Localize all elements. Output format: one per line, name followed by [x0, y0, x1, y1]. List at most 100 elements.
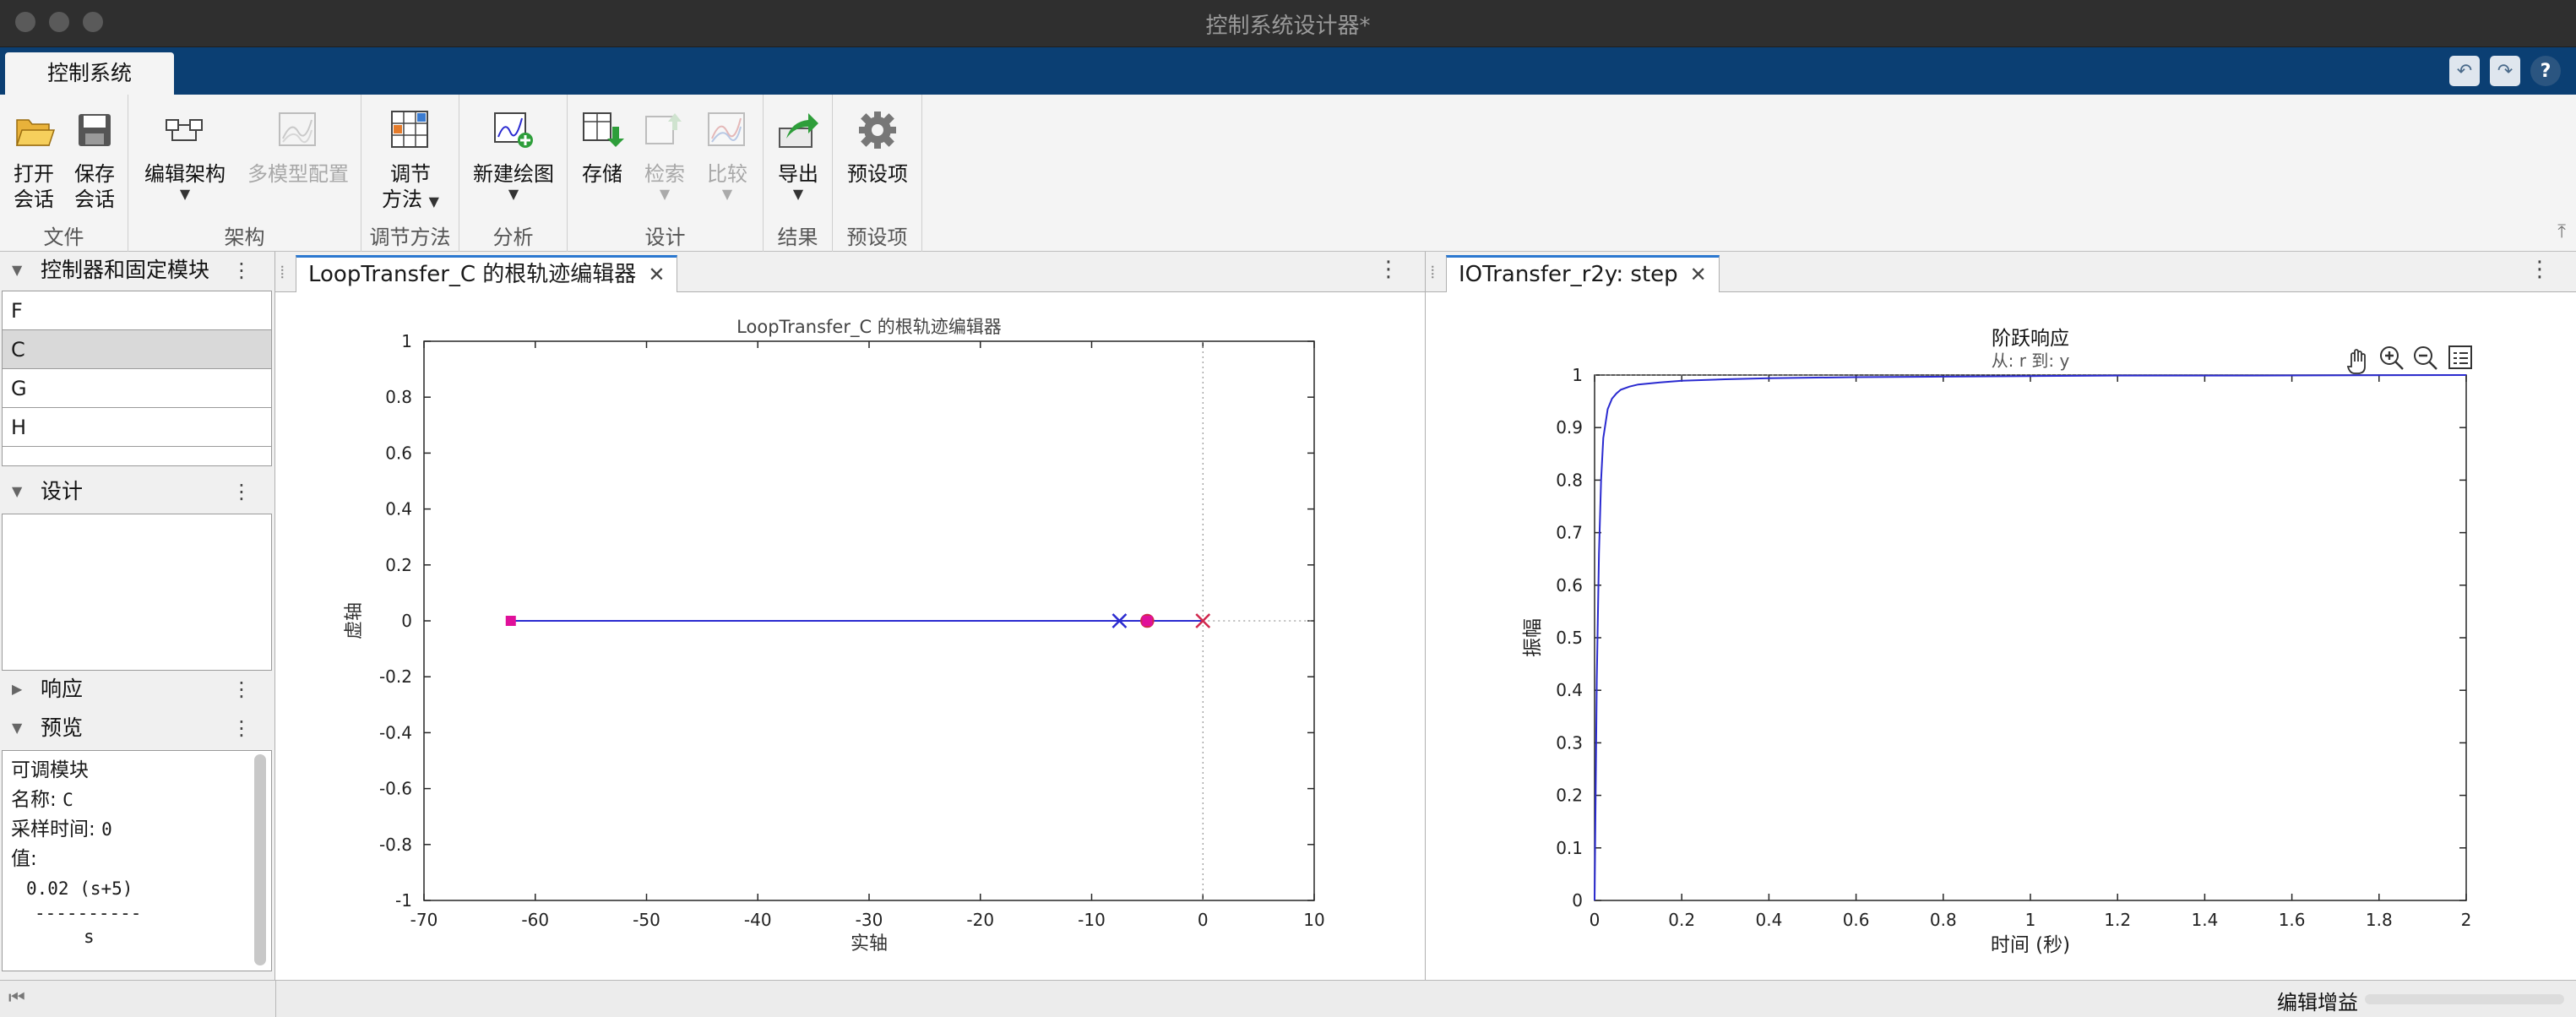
- expand-triangle-down-icon[interactable]: ▼: [12, 473, 22, 510]
- section-response-header[interactable]: ▶ 响应 ⋮: [0, 671, 275, 708]
- preview-scrollbar[interactable]: [254, 754, 266, 965]
- y-tick-label: -0.4: [379, 722, 412, 742]
- zoom-in-icon[interactable]: [2380, 346, 2404, 370]
- preview-numerator: 0.02 (s+5): [26, 878, 133, 899]
- preview-denominator: s: [84, 927, 95, 947]
- gear-icon: [859, 111, 896, 149]
- save-disk-icon: [79, 114, 111, 146]
- x-tick-label: 2: [2461, 910, 2472, 930]
- preview-name-value: C: [62, 790, 73, 810]
- edit-architecture-dropdown-icon: ▼: [179, 186, 191, 202]
- x-tick-label: -30: [856, 910, 883, 930]
- close-tab-icon[interactable]: ✕: [1690, 263, 1707, 286]
- icon-stroke: [2346, 349, 2366, 374]
- quick-access-bar: ↶ ↷ ?: [2422, 54, 2561, 88]
- section-blocks-header[interactable]: ▼ 控制器和固定模块 ⋮: [0, 252, 275, 289]
- expand-triangle-right-icon[interactable]: ▶: [12, 671, 22, 708]
- y-tick-label: 0.2: [1556, 786, 1583, 806]
- redo-icon: ↷: [2497, 60, 2514, 82]
- step-response-plot[interactable]: 阶跃响应从: r 到: y 0 0.2 0.4 0.6 0.8 1 1.2 1.4 1.6 1.8 2…: [1426, 292, 2576, 980]
- step-axes-box: [1594, 374, 2467, 901]
- y-tick-label: 0.2: [385, 555, 412, 575]
- x-tick-label: 1.6: [2279, 910, 2306, 930]
- tuning-methods-button[interactable]: 调节 方法 ▼: [373, 108, 448, 212]
- open-session-button[interactable]: 打开 会话: [7, 108, 61, 212]
- help-button[interactable]: ?: [2530, 56, 2561, 86]
- icon-stroke: [2385, 351, 2404, 370]
- x-tick-label: -10: [1078, 910, 1106, 930]
- list-item-block-f[interactable]: F: [3, 291, 271, 330]
- status-progress-bar: [2365, 994, 2564, 1004]
- group-analysis: 新建绘图 ▼ 分析: [459, 95, 568, 252]
- save-session-button[interactable]: 保存 会话: [68, 108, 122, 212]
- tab-step-response[interactable]: IOTransfer_r2y: step ✕: [1446, 255, 1720, 292]
- tuning-dropdown-icon: ▼: [428, 193, 439, 209]
- x-tick-label: -50: [633, 910, 660, 930]
- expand-triangle-down-icon[interactable]: ▼: [12, 710, 22, 747]
- collapse-ribbon-icon[interactable]: ⤒: [2557, 221, 2566, 242]
- section-menu-icon[interactable]: ⋮: [231, 671, 252, 708]
- group-results: 导出 ▼ 结果: [764, 95, 833, 252]
- preferences-button[interactable]: 预设项: [840, 108, 916, 187]
- pan-hand-icon[interactable]: [2346, 349, 2366, 374]
- tab-root-locus-editor[interactable]: LoopTransfer_C 的根轨迹编辑器 ✕: [296, 255, 678, 292]
- section-menu-icon[interactable]: ⋮: [231, 252, 252, 289]
- x-tick-label: 10: [1303, 910, 1324, 930]
- group-label-tuning: 调节方法: [369, 226, 451, 249]
- list-item-block-h[interactable]: H: [3, 408, 271, 447]
- closed-loop-pole-marker: [1142, 616, 1153, 626]
- store-design-button[interactable]: 存储: [574, 108, 630, 187]
- export-dropdown-icon: ▼: [792, 186, 804, 202]
- step-chart-subtitle: 从: r 到: y: [1992, 351, 2070, 371]
- y-tick-label: 0.1: [1556, 838, 1583, 858]
- multi-model-icon: [279, 112, 316, 146]
- undo-button[interactable]: ↶: [2449, 56, 2480, 86]
- group-label-preferences: 预设项: [846, 226, 908, 249]
- quick-access-grip-icon: [2422, 56, 2439, 86]
- pane-menu-icon[interactable]: ⋮: [2529, 257, 2551, 282]
- drag-grip-icon[interactable]: ⦙: [280, 262, 284, 282]
- undo-icon: ↶: [2456, 60, 2473, 82]
- preview-box: 可调模块 名称: C 采样时间: 0 值: 0.02 (s+5) -------…: [2, 750, 272, 971]
- preview-sample-value: 0: [101, 819, 112, 840]
- redo-button[interactable]: ↷: [2490, 56, 2520, 86]
- pane-menu-icon[interactable]: ⋮: [1378, 257, 1399, 282]
- start-page-icon[interactable]: ⏮: [8, 987, 25, 1009]
- multi-model-config-button[interactable]: 多模型配置: [243, 108, 353, 187]
- section-menu-icon[interactable]: ⋮: [231, 473, 252, 510]
- section-design-header[interactable]: ▼ 设计 ⋮: [0, 473, 275, 510]
- compare-dropdown-icon: ▼: [721, 186, 733, 202]
- close-tab-icon[interactable]: ✕: [648, 263, 665, 286]
- window-title: 控制系统设计器*: [1205, 14, 1371, 39]
- compare-design-button[interactable]: 比较 ▼: [699, 108, 755, 202]
- preview-value-label: 值:: [11, 848, 37, 870]
- new-plot-button[interactable]: 新建绘图 ▼: [466, 108, 561, 202]
- list-item-block-c[interactable]: C: [3, 330, 271, 369]
- list-item-block-g[interactable]: G: [3, 369, 271, 408]
- section-menu-icon[interactable]: ⋮: [231, 710, 252, 747]
- x-tick-label: 0.4: [1755, 910, 1782, 930]
- expand-triangle-down-icon[interactable]: ▼: [12, 252, 22, 289]
- zoom-out-icon[interactable]: [2414, 346, 2437, 370]
- x-tick-label: 0.6: [1843, 910, 1870, 930]
- y-tick-label: 0.7: [1556, 523, 1583, 543]
- retrieve-design-button[interactable]: 检索 ▼: [637, 108, 693, 202]
- group-design: 存储 检索 ▼ 比较 ▼ 设计: [568, 95, 764, 252]
- block-diagram-icon: [166, 119, 203, 141]
- root-locus-chart-title: LoopTransfer_C 的根轨迹编辑器: [736, 317, 1002, 338]
- drag-grip-icon[interactable]: ⦙: [1431, 262, 1434, 282]
- design-list[interactable]: [2, 514, 272, 671]
- y-tick-label: -0.8: [379, 835, 412, 855]
- y-tick-label: 0.8: [385, 387, 412, 407]
- legend-icon[interactable]: [2448, 345, 2472, 369]
- tab-control-system[interactable]: 控制系统: [5, 52, 174, 95]
- preview-sample-label: 采样时间:: [11, 818, 95, 840]
- group-file: 打开 会话 保存 会话 文件: [0, 95, 128, 252]
- edit-architecture-button[interactable]: 编辑架构 ▼: [139, 108, 231, 202]
- root-locus-plot[interactable]: LoopTransfer_C 的根轨迹编辑器 -70 -60 -50 -40 -30 -20…: [275, 292, 1426, 980]
- export-button[interactable]: 导出 ▼: [770, 108, 826, 202]
- section-preview-header[interactable]: ▼ 预览 ⋮: [0, 710, 275, 747]
- y-axis-label: 振幅: [1522, 618, 1544, 657]
- y-tick-label: 1: [401, 331, 412, 351]
- plot-toolbar: [2346, 345, 2472, 374]
